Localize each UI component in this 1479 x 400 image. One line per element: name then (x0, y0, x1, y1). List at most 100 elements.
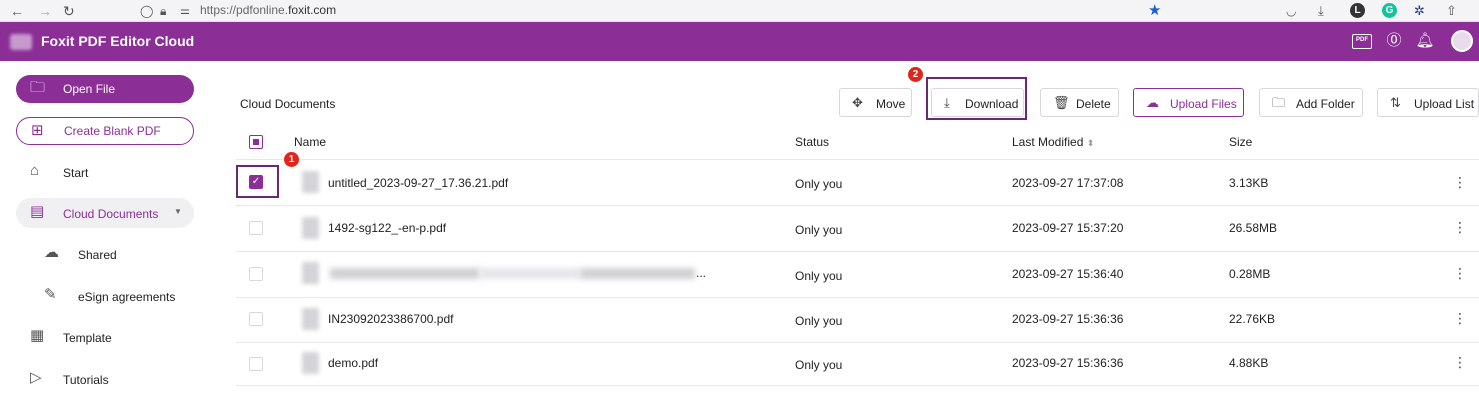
row-checkbox[interactable] (249, 312, 263, 326)
upload-files-button[interactable]: ☁ Upload Files (1133, 88, 1244, 117)
file-size: 26.58MB (1229, 221, 1278, 235)
file-status: Only you (795, 269, 843, 283)
reload-icon[interactable]: ↻ (63, 2, 75, 20)
file-name[interactable]: demo.pdf (328, 356, 378, 370)
file-name[interactable]: ... (696, 266, 706, 280)
column-header-status[interactable]: Status (795, 135, 829, 149)
extension-gear-icon[interactable]: ✲ (1414, 2, 1425, 20)
column-header-last-modified[interactable]: Last Modified ⬍ (1012, 135, 1094, 149)
delete-label: Delete (1076, 97, 1111, 111)
file-status: Only you (795, 358, 843, 372)
file-name[interactable]: untitled_2023-09-27_17.36.21.pdf (328, 176, 508, 190)
esign-document-icon: ✎ (44, 286, 57, 303)
row-divider (236, 251, 1479, 252)
redacted-name-part (580, 268, 695, 279)
move-button[interactable]: ✥ Move (839, 88, 912, 117)
file-modified: 2023-09-27 17:37:08 (1012, 176, 1124, 190)
file-status: Only you (795, 314, 843, 328)
row-divider (236, 205, 1479, 206)
sidebar-item-start[interactable]: ⌂ Start (16, 157, 194, 187)
chevron-down-icon[interactable]: ▼ (174, 207, 182, 216)
create-blank-label: Create Blank PDF (64, 124, 161, 138)
pocket-icon[interactable]: ◡ (1286, 2, 1296, 20)
page-title: Cloud Documents (240, 97, 336, 111)
move-label: Move (876, 97, 906, 111)
upload-list-button[interactable]: ⇅ Upload List (1377, 88, 1479, 117)
permissions-icon[interactable]: ⚌ (180, 2, 190, 20)
open-file-button[interactable]: 🗀︎ Open File (16, 75, 194, 103)
app-title: Foxit PDF Editor Cloud (41, 33, 195, 49)
forward-arrow-icon[interactable]: → (38, 2, 52, 20)
add-folder-button[interactable]: 🗀︎ Add Folder (1259, 88, 1363, 117)
create-blank-pdf-button[interactable]: ⊞ Create Blank PDF (16, 117, 194, 145)
trash-icon: 🗑︎ (1053, 95, 1070, 110)
file-name[interactable]: IN23092023386700.pdf (328, 312, 453, 326)
row-more-icon[interactable]: ⋮ (1453, 174, 1467, 191)
sidebar-item-label: Shared (78, 248, 117, 262)
row-more-icon[interactable]: ⋮ (1453, 310, 1467, 327)
sidebar-item-shared[interactable]: ☁ Shared (16, 239, 194, 269)
pdf-file-icon (302, 217, 319, 239)
row-more-icon[interactable]: ⋮ (1453, 354, 1467, 371)
upload-cloud-icon: ☁ (1146, 95, 1159, 110)
step-badge-2: 2 (908, 67, 923, 82)
file-status: Only you (795, 223, 843, 237)
url-bar[interactable]: https://pdfonline.foxit.com (200, 0, 336, 22)
row-checkbox[interactable] (249, 357, 263, 371)
file-size: 22.76KB (1229, 312, 1276, 326)
sidebar-item-template[interactable]: ▦ Template (16, 322, 194, 352)
pdf-file-icon (302, 171, 319, 193)
url-prefix: https://pdfonline. (200, 3, 289, 17)
app-header: Foxit PDF Editor Cloud PDF ⓪ 🔔︎ (0, 22, 1479, 61)
upload-list-label: Upload List (1414, 97, 1475, 111)
grammarly-icon[interactable]: G (1382, 3, 1397, 18)
sidebar-item-label: Cloud Documents (63, 207, 159, 221)
help-icon[interactable]: ⓪ (1384, 32, 1404, 50)
file-name[interactable]: 1492-sg122_-en-p.pdf (328, 221, 446, 235)
row-divider (236, 297, 1479, 298)
extension-l-icon[interactable]: L (1350, 3, 1365, 18)
sidebar: 🗀︎ Open File ⊞ Create Blank PDF ⌂ Start … (0, 61, 212, 400)
back-arrow-icon[interactable]: ← (10, 2, 24, 20)
file-modified: 2023-09-27 15:36:36 (1012, 312, 1124, 326)
file-status: Only you (795, 177, 843, 191)
step-badge-1: 1 (284, 152, 299, 167)
file-size: 0.28MB (1229, 267, 1271, 281)
row-checkbox[interactable] (249, 267, 263, 281)
file-modified: 2023-09-27 15:37:20 (1012, 221, 1124, 235)
foxit-logo-icon (10, 34, 32, 50)
sidebar-item-esign[interactable]: ✎ eSign agreements (16, 281, 194, 311)
play-video-icon: ▷ (30, 369, 42, 386)
add-folder-label: Add Folder (1296, 97, 1355, 111)
file-size: 4.88KB (1229, 356, 1269, 370)
download-highlight-box (926, 77, 1027, 120)
pdf-tools-icon[interactable]: PDF (1352, 34, 1372, 49)
select-all-checkbox[interactable] (249, 135, 263, 149)
sidebar-item-cloud-documents[interactable]: ▤ Cloud Documents ▼ (16, 198, 194, 228)
row-more-icon[interactable]: ⋮ (1453, 265, 1467, 282)
bookmark-star-icon[interactable]: ★ (1148, 2, 1161, 20)
last-modified-label: Last Modified (1012, 135, 1084, 149)
file-size: 3.13KB (1229, 176, 1269, 190)
sidebar-item-tutorials[interactable]: ▷ Tutorials (16, 364, 194, 394)
header-divider (236, 159, 1479, 160)
column-header-size[interactable]: Size (1229, 135, 1252, 149)
row-more-icon[interactable]: ⋮ (1453, 219, 1467, 236)
new-document-icon: ⊞ (31, 122, 44, 139)
pdf-file-icon (302, 262, 319, 284)
notification-bell-icon[interactable]: 🔔︎ (1415, 32, 1435, 50)
open-file-label: Open File (63, 82, 116, 96)
extensions-puzzle-icon[interactable]: ⇧ (1446, 2, 1457, 20)
template-icon: ▦ (30, 327, 45, 344)
shield-icon[interactable]: ◯ (140, 2, 153, 20)
row-divider (236, 385, 1479, 386)
sort-icon[interactable]: ⬍ (1087, 138, 1095, 148)
row-checkbox[interactable] (249, 221, 263, 235)
downloads-icon[interactable]: ⤓ (1318, 2, 1324, 20)
delete-button[interactable]: 🗑︎ Delete (1040, 88, 1119, 117)
pdf-file-icon (302, 352, 319, 374)
lock-icon[interactable]: 🔒︎ (160, 2, 166, 20)
column-header-name[interactable]: Name (294, 135, 326, 149)
browser-toolbar: ← → ↻ ◯ 🔒︎ ⚌ https://pdfonline.foxit.com… (0, 0, 1479, 22)
avatar[interactable] (1451, 30, 1473, 52)
